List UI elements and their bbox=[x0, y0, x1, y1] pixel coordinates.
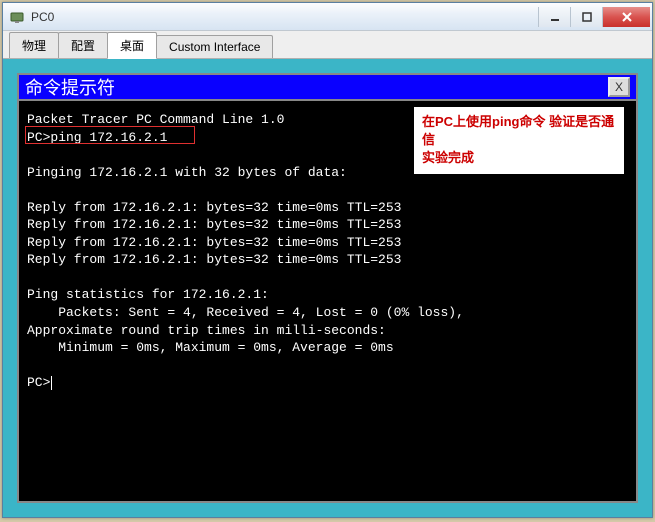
terminal-titlebar[interactable]: 命令提示符 X bbox=[19, 75, 636, 101]
maximize-button[interactable] bbox=[570, 7, 602, 27]
tab-desktop[interactable]: 桌面 bbox=[107, 32, 157, 59]
tabstrip: 物理 配置 桌面 Custom Interface bbox=[3, 31, 652, 59]
close-button[interactable] bbox=[602, 7, 650, 27]
app-icon bbox=[9, 9, 25, 25]
tab-physical[interactable]: 物理 bbox=[9, 32, 59, 58]
app-window: PC0 物理 配置 桌面 Custom Interface 命令提示符 X Pa… bbox=[2, 2, 653, 518]
tab-custom-interface[interactable]: Custom Interface bbox=[156, 35, 273, 58]
terminal-body[interactable]: Packet Tracer PC Command Line 1.0 PC>pin… bbox=[19, 101, 636, 501]
terminal-window: 命令提示符 X Packet Tracer PC Command Line 1.… bbox=[17, 73, 638, 503]
terminal-prompt: PC> bbox=[27, 375, 52, 390]
terminal-close-button[interactable]: X bbox=[608, 77, 630, 97]
annotation-line1: 在PC上使用ping命令 验证是否通信 bbox=[422, 113, 616, 149]
tab-content: 命令提示符 X Packet Tracer PC Command Line 1.… bbox=[3, 59, 652, 517]
annotation-callout: 在PC上使用ping命令 验证是否通信 实验完成 bbox=[414, 107, 624, 174]
minimize-button[interactable] bbox=[538, 7, 570, 27]
annotation-line2: 实验完成 bbox=[422, 149, 616, 167]
window-title: PC0 bbox=[31, 10, 538, 24]
window-controls bbox=[538, 7, 650, 27]
terminal-title: 命令提示符 bbox=[25, 74, 115, 100]
titlebar[interactable]: PC0 bbox=[3, 3, 652, 31]
tab-config[interactable]: 配置 bbox=[58, 32, 108, 58]
